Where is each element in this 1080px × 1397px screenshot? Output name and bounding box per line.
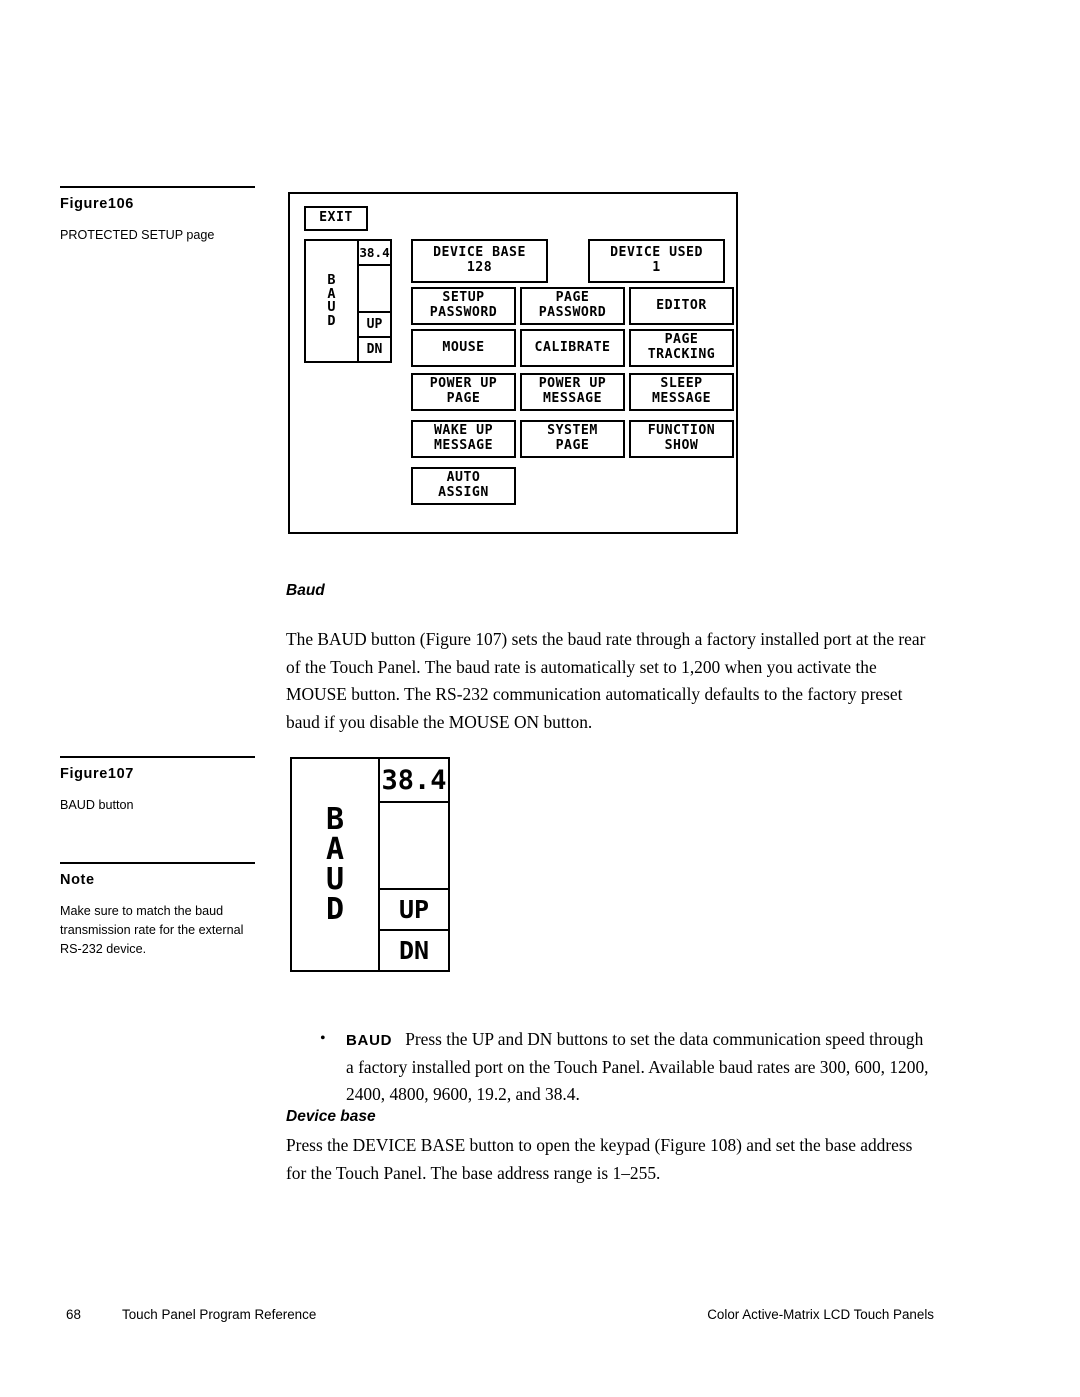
baud-bullet-text: Press the UP and DN buttons to set the d… [346, 1029, 929, 1104]
baud-letter-b: B [325, 801, 345, 837]
power-up-message-button[interactable]: POWER UP MESSAGE [520, 373, 625, 411]
sleep-message-button[interactable]: SLEEP MESSAGE [629, 373, 734, 411]
baud-section: Baud [286, 582, 926, 600]
footer-document-title: Touch Panel Program Reference [122, 1307, 317, 1322]
bullet-icon: • [320, 1030, 326, 1047]
baud-bullet-item: • BAUD Press the UP and DN buttons to se… [300, 1026, 930, 1109]
baud-value-display: 38.4 [380, 759, 448, 803]
baud-widget[interactable]: B A U D 38.4 UP DN [304, 239, 392, 363]
device-base-heading: Device base [286, 1108, 376, 1125]
device-base-paragraph-wrap: Press the DEVICE BASE button to open the… [286, 1132, 926, 1187]
device-base-paragraph: Press the DEVICE BASE button to open the… [286, 1135, 913, 1183]
wake-up-message-button[interactable]: WAKE UP MESSAGE [411, 420, 516, 458]
mouse-button[interactable]: MOUSE [411, 329, 516, 367]
page-tracking-button[interactable]: PAGE TRACKING [629, 329, 734, 367]
baud-bullet-block: • BAUD Press the UP and DN buttons to se… [300, 1026, 930, 1109]
calibrate-button[interactable]: CALIBRATE [520, 329, 625, 367]
baud-letter-u: U [325, 861, 345, 897]
setup-password-button[interactable]: SETUP PASSWORD [411, 287, 516, 325]
baud-control-column: 38.4 UP DN [359, 241, 390, 361]
baud-up-button[interactable]: UP [380, 888, 448, 929]
baud-heading: Baud [286, 582, 325, 599]
editor-button[interactable]: EDITOR [629, 287, 734, 325]
footer-product-title: Color Active-Matrix LCD Touch Panels [707, 1307, 934, 1322]
note-rule [60, 862, 255, 864]
page-password-button[interactable]: PAGE PASSWORD [520, 287, 625, 325]
baud-blank-area [359, 266, 390, 311]
baud-letter-a: A [325, 831, 345, 867]
baud-letter-d: D [327, 312, 336, 329]
baud-letter-d: D [325, 891, 345, 927]
auto-assign-button[interactable]: AUTO ASSIGN [411, 467, 516, 505]
function-show-button[interactable]: FUNCTION SHOW [629, 420, 734, 458]
baud-up-button[interactable]: UP [359, 311, 390, 336]
baud-dn-button[interactable]: DN [380, 929, 448, 970]
caption-rule [60, 186, 255, 188]
baud-value-display: 38.4 [359, 241, 390, 266]
figure107-caption: BAUD button [60, 797, 134, 812]
baud-control-column: 38.4 UP DN [380, 759, 448, 970]
baud-bullet-term: BAUD [346, 1032, 393, 1049]
caption-rule [60, 756, 255, 758]
protected-setup-panel: EXIT B A U D 38.4 UP DN DEVICE BASE 128 … [288, 192, 738, 534]
note-block: Note Make sure to match the baud transmi… [60, 862, 255, 959]
baud-paragraph-wrap: The BAUD button (Figure 107) sets the ba… [286, 626, 926, 736]
baud-label: B A U D [306, 241, 359, 361]
note-label: Note [60, 872, 95, 888]
page-footer: 68 Touch Panel Program Reference Color A… [0, 1307, 1080, 1327]
page-number: 68 [66, 1307, 81, 1322]
device-base-button[interactable]: DEVICE BASE 128 [411, 239, 548, 283]
baud-dn-button[interactable]: DN [359, 336, 390, 361]
figure106-caption-block: Figure106 PROTECTED SETUP page [60, 186, 255, 245]
figure106-caption: PROTECTED SETUP page [60, 227, 215, 242]
figure107-caption-block: Figure107 BAUD button [60, 756, 255, 815]
power-up-page-button[interactable]: POWER UP PAGE [411, 373, 516, 411]
exit-button[interactable]: EXIT [304, 206, 368, 231]
baud-button-figure[interactable]: B A U D 38.4 UP DN [290, 757, 450, 972]
note-text: Make sure to match the baud transmission… [60, 903, 244, 957]
figure106-label: Figure106 [60, 196, 134, 212]
baud-blank-area [380, 803, 448, 888]
baud-label: B A U D [292, 759, 380, 970]
device-base-section: Device base [286, 1108, 926, 1126]
figure107-label: Figure107 [60, 766, 134, 782]
baud-paragraph: The BAUD button (Figure 107) sets the ba… [286, 629, 926, 732]
device-used-button[interactable]: DEVICE USED 1 [588, 239, 725, 283]
system-page-button[interactable]: SYSTEM PAGE [520, 420, 625, 458]
